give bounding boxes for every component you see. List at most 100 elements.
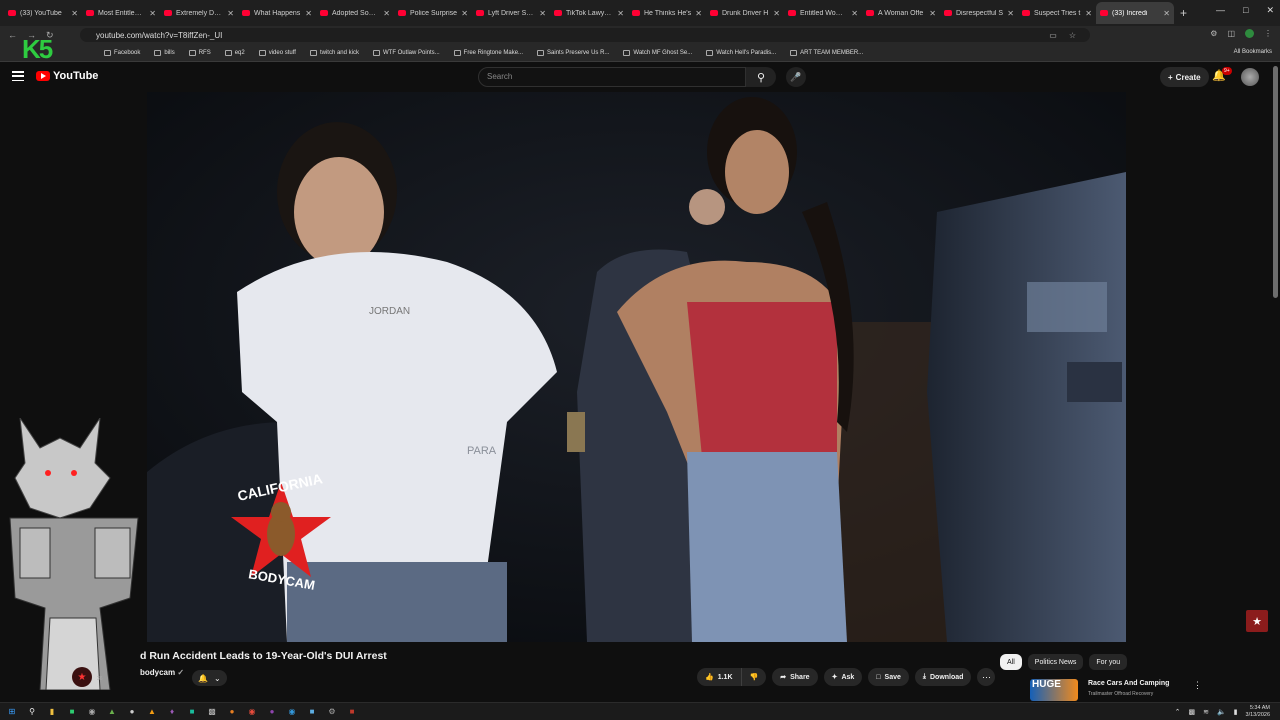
browser-tab[interactable]: Lyft Driver Susp ✕: [472, 2, 550, 24]
extension-icon[interactable]: ⚙: [1210, 29, 1217, 38]
app-icon-11[interactable]: ■: [306, 706, 318, 718]
bookmark-item[interactable]: WTF Outlaw Points...: [372, 49, 440, 56]
settings-icon[interactable]: ⚙: [326, 706, 338, 718]
ask-button[interactable]: ✦ Ask: [823, 668, 863, 686]
address-bar[interactable]: youtube.com/watch?v=T8iffZen-_UI ▭ ☆: [80, 28, 1090, 42]
chrome-icon[interactable]: ◉: [246, 706, 258, 718]
close-tab-icon[interactable]: ✕: [227, 9, 234, 18]
bookmark-item[interactable]: Facebook: [104, 49, 140, 56]
close-tab-icon[interactable]: ✕: [1007, 9, 1014, 18]
bookmark-item[interactable]: video stuff: [258, 49, 296, 56]
app-icon-5[interactable]: ▲: [146, 706, 158, 718]
browser-menu-icon[interactable]: ⋮: [1264, 29, 1272, 38]
app-icon-1[interactable]: ■: [66, 706, 78, 718]
maximize-icon[interactable]: □: [1243, 5, 1248, 16]
browser-tab[interactable]: A Woman Offe ✕: [862, 2, 940, 24]
browser-tab[interactable]: He Thinks He's ✕: [628, 2, 706, 24]
browser-tab[interactable]: Drunk Driver H ✕: [706, 2, 784, 24]
download-button[interactable]: ⤓ Download: [914, 668, 972, 686]
bookmark-item[interactable]: Free Ringtone Make...: [453, 49, 523, 56]
close-tab-icon[interactable]: ✕: [539, 9, 546, 18]
close-window-icon[interactable]: ✕: [1266, 5, 1274, 16]
minimize-icon[interactable]: —: [1216, 5, 1225, 16]
profile-icon[interactable]: [1245, 29, 1254, 38]
channel-avatar[interactable]: ★: [72, 667, 92, 687]
share-button[interactable]: ➦ Share: [772, 668, 818, 686]
dislike-button[interactable]: 👎: [741, 668, 767, 686]
chip-all[interactable]: All: [1000, 654, 1022, 670]
close-tab-icon[interactable]: ✕: [617, 9, 624, 18]
close-tab-icon[interactable]: ✕: [149, 9, 156, 18]
firefox-icon[interactable]: ●: [226, 706, 238, 718]
app-icon-4[interactable]: ●: [126, 706, 138, 718]
app-icon-10[interactable]: ◉: [286, 706, 298, 718]
start-icon[interactable]: ⊞: [6, 706, 18, 718]
subscribed-button[interactable]: 🔔 ⌄: [192, 670, 227, 686]
file-explorer-icon[interactable]: ▮: [46, 706, 58, 718]
clock[interactable]: 5:34 AM 3/13/2026: [1246, 705, 1270, 719]
browser-tab[interactable]: Disrespectful S ✕: [940, 2, 1018, 24]
battery-icon[interactable]: ▮: [1234, 708, 1238, 716]
close-tab-icon[interactable]: ✕: [851, 9, 858, 18]
channel-name[interactable]: bodycam ✓: [140, 668, 184, 677]
bookmark-item[interactable]: RFS: [188, 49, 211, 56]
app-icon-8[interactable]: ▩: [206, 706, 218, 718]
extensions-puzzle-icon[interactable]: ◫: [1227, 29, 1235, 38]
bookmark-item[interactable]: eq2: [224, 49, 245, 56]
close-tab-icon[interactable]: ✕: [695, 9, 702, 18]
close-tab-icon[interactable]: ✕: [305, 9, 312, 18]
create-button[interactable]: + Create: [1160, 67, 1209, 87]
search-input[interactable]: Search: [478, 67, 746, 87]
browser-tab[interactable]: TikTok Lawyer C ✕: [550, 2, 628, 24]
browser-tab[interactable]: Adopted Son D ✕: [316, 2, 394, 24]
tray-app-icon[interactable]: ▩: [1188, 708, 1195, 716]
like-button[interactable]: 👍 1.1K: [697, 668, 742, 686]
account-avatar[interactable]: [1241, 68, 1259, 86]
app-icon-12[interactable]: ■: [346, 706, 358, 718]
bookmark-item[interactable]: Watch Hell's Paradis...: [706, 49, 776, 56]
browser-tab[interactable]: (33) Incredi ✕: [1096, 2, 1174, 24]
bookmark-item[interactable]: Watch MF Ghost Se...: [623, 49, 692, 56]
browser-tab[interactable]: Suspect Tries t ✕: [1018, 2, 1096, 24]
close-tab-icon[interactable]: ✕: [773, 9, 780, 18]
close-tab-icon[interactable]: ✕: [1163, 9, 1170, 18]
voice-search-button[interactable]: 🎤: [786, 67, 806, 87]
back-icon[interactable]: ←: [8, 30, 17, 41]
close-tab-icon[interactable]: ✕: [71, 9, 78, 18]
close-tab-icon[interactable]: ✕: [929, 9, 936, 18]
bookmark-star-icon[interactable]: ☆: [1069, 31, 1076, 40]
tray-chevron-icon[interactable]: ⌃: [1175, 708, 1181, 716]
video-player[interactable]: JORDAN PARA CALIFORNIA BODYCAM: [147, 92, 1126, 642]
taskbar-search-icon[interactable]: ⚲: [26, 706, 38, 718]
close-tab-icon[interactable]: ✕: [383, 9, 390, 18]
close-tab-icon[interactable]: ✕: [1085, 9, 1092, 18]
new-tab-button[interactable]: +: [1174, 6, 1193, 20]
recommendation-thumbnail[interactable]: HUGE: [1030, 679, 1078, 701]
bookmark-item[interactable]: bills: [154, 49, 175, 56]
chip-politics-news[interactable]: Politics News: [1027, 654, 1084, 670]
bookmark-item[interactable]: ART TEAM MEMBER...: [790, 49, 863, 56]
app-icon-7[interactable]: ■: [186, 706, 198, 718]
hamburger-menu-icon[interactable]: [12, 71, 24, 81]
search-button[interactable]: ⚲: [746, 67, 776, 87]
browser-tab[interactable]: Extremely Drun ✕: [160, 2, 238, 24]
install-icon[interactable]: ▭: [1049, 31, 1057, 40]
wifi-icon[interactable]: ≋: [1203, 708, 1209, 716]
app-icon-2[interactable]: ◉: [86, 706, 98, 718]
close-tab-icon[interactable]: ✕: [461, 9, 468, 18]
youtube-logo[interactable]: YouTube: [36, 70, 98, 82]
browser-tab[interactable]: (33) YouTube ✕: [4, 2, 82, 24]
chip-for-you[interactable]: For you: [1089, 654, 1128, 670]
bookmark-item[interactable]: Saints Preserve Us R...: [537, 49, 609, 56]
bookmark-item[interactable]: twitch and kick: [309, 49, 359, 56]
all-bookmarks[interactable]: All Bookmarks: [1234, 49, 1272, 55]
browser-tab[interactable]: Entitled Woman ✕: [784, 2, 862, 24]
channel-watermark-icon[interactable]: ★: [1246, 610, 1268, 632]
more-actions-icon[interactable]: ⋯: [977, 668, 996, 686]
browser-tab[interactable]: Most Entitled D ✕: [82, 2, 160, 24]
browser-tab[interactable]: Police Surprise ✕: [394, 2, 472, 24]
recommendation-menu-icon[interactable]: ⋮: [1193, 680, 1202, 691]
browser-tab[interactable]: What Happens ✕: [238, 2, 316, 24]
app-icon-6[interactable]: ♦: [166, 706, 178, 718]
save-button[interactable]: □ Save: [868, 668, 909, 686]
